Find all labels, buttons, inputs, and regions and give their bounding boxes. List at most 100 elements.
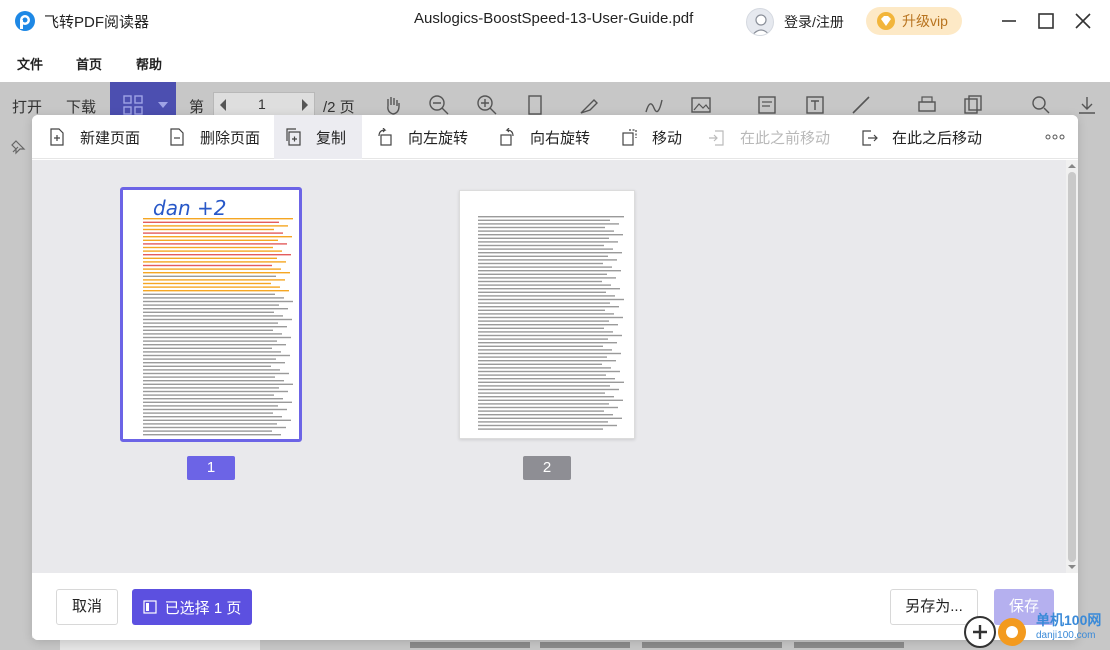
text-line [478, 270, 621, 272]
scroll-up-icon[interactable] [1068, 162, 1076, 170]
zoom-out-icon[interactable] [428, 94, 450, 116]
upgrade-vip-button[interactable]: 升级vip [866, 7, 962, 35]
text-line [143, 376, 275, 378]
text-line [478, 392, 605, 394]
text-line [478, 288, 620, 290]
text-line [143, 300, 293, 303]
page-number-1[interactable]: 1 [187, 456, 235, 480]
download-button[interactable]: 下载 [66, 96, 96, 117]
zoom-in-icon[interactable] [476, 94, 498, 116]
text-line [143, 340, 277, 342]
text-line [478, 342, 617, 344]
move-icon [622, 129, 637, 146]
text-line [478, 338, 608, 340]
user-icon [751, 14, 771, 35]
text-line [478, 345, 603, 347]
move-after-label: 在此之后移动 [892, 129, 983, 147]
text-line [478, 234, 623, 236]
page-1-preview: dan +2 [143, 196, 293, 436]
copy-button[interactable]: 复制 [274, 115, 362, 159]
rotate-right-button[interactable]: 向右旋转 [488, 115, 600, 159]
text-line [143, 218, 293, 220]
delete-page-button[interactable]: 删除页面 [158, 115, 270, 159]
move-button[interactable]: 移动 [610, 115, 692, 159]
fit-page-icon[interactable] [524, 94, 546, 116]
pen-icon[interactable] [578, 94, 600, 116]
text-line [478, 331, 613, 333]
page-number-2[interactable]: 2 [523, 456, 571, 480]
current-page-input[interactable]: 1 [258, 96, 266, 112]
note-icon[interactable] [756, 94, 778, 116]
text-line [478, 396, 614, 398]
move-before-button[interactable]: 在此之前移动 [698, 115, 840, 159]
signature-icon[interactable] [644, 94, 666, 116]
move-after-button[interactable]: 在此之后移动 [850, 115, 992, 159]
cancel-button[interactable]: 取消 [56, 589, 118, 625]
copy-icon [286, 128, 301, 146]
close-icon[interactable] [1072, 10, 1094, 32]
next-page-icon[interactable] [298, 93, 312, 117]
text-line [143, 365, 271, 367]
copy-label: 复制 [316, 129, 347, 147]
download-icon[interactable] [1076, 94, 1098, 116]
menu-help[interactable]: 帮助 [136, 54, 162, 73]
text-line [143, 398, 283, 400]
selected-pages-button[interactable]: 已选择 1 页 [132, 589, 252, 625]
image-icon[interactable] [690, 94, 712, 116]
new-page-button[interactable]: 新建页面 [38, 115, 150, 159]
grid-icon [123, 95, 143, 115]
text-box-icon[interactable] [804, 94, 826, 116]
text-line [143, 315, 283, 317]
text-line [478, 356, 607, 358]
upgrade-vip-label: 升级vip [902, 13, 948, 29]
avatar[interactable] [746, 8, 774, 36]
print-icon[interactable] [916, 94, 938, 116]
text-line [143, 362, 285, 364]
text-line [143, 304, 279, 306]
app-logo-icon [15, 11, 35, 31]
text-line [143, 401, 292, 403]
search-icon[interactable] [1030, 94, 1052, 116]
dim-overlay-left [0, 128, 32, 650]
minimize-icon[interactable] [998, 10, 1020, 32]
maximize-icon[interactable] [1035, 10, 1057, 32]
text-line [478, 424, 617, 427]
hand-tool-icon[interactable] [382, 94, 404, 116]
text-line [478, 259, 617, 261]
selected-pages-label: 已选择 1 页 [164, 599, 242, 617]
page-thumbnail-1[interactable]: dan +2 [120, 187, 302, 442]
page-total: /2 页 [323, 99, 355, 116]
text-line [143, 347, 272, 349]
handwritten-annotation: dan +2 [153, 196, 226, 220]
text-line [478, 255, 608, 257]
menu-file[interactable]: 文件 [17, 54, 43, 73]
text-line [478, 360, 616, 362]
text-line [478, 302, 610, 304]
rotate-left-icon [378, 128, 392, 146]
text-line [478, 406, 618, 409]
text-line [143, 264, 272, 267]
open-button[interactable]: 打开 [12, 96, 42, 117]
text-line [478, 241, 618, 243]
text-line [478, 216, 624, 218]
text-line [478, 417, 622, 419]
menu-home[interactable]: 首页 [76, 54, 102, 73]
login-link[interactable]: 登录/注册 [784, 12, 844, 32]
scrollbar-thumb[interactable] [1068, 172, 1076, 562]
text-line [478, 277, 616, 279]
text-line [478, 306, 619, 308]
text-line [143, 329, 273, 331]
text-line [143, 394, 274, 396]
line-icon[interactable] [850, 94, 872, 116]
prev-page-icon[interactable] [216, 93, 230, 117]
scroll-down-icon[interactable] [1068, 563, 1076, 571]
rotate-left-button[interactable]: 向左旋转 [366, 115, 478, 159]
app-name: 飞转PDF阅读器 [44, 14, 150, 31]
text-line [143, 344, 286, 346]
text-line [143, 387, 279, 389]
text-line [478, 352, 621, 355]
pages-icon[interactable] [962, 94, 984, 116]
watermark-text: 单机100网 [1036, 612, 1102, 628]
more-options-icon[interactable] [1044, 129, 1066, 145]
page-thumbnail-2[interactable] [459, 190, 635, 439]
